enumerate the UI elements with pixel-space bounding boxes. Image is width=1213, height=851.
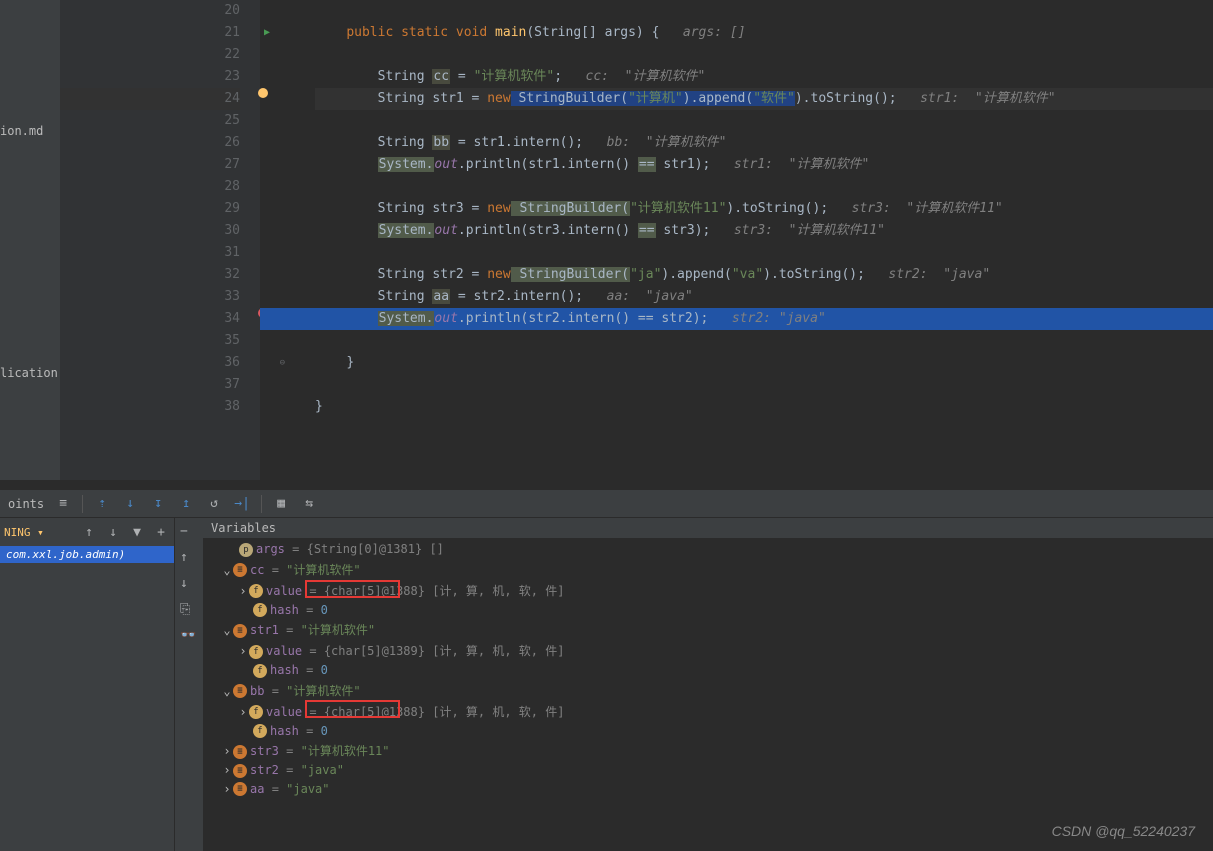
equals-badge-icon: ≡: [233, 745, 247, 759]
param-badge-icon: p: [239, 543, 253, 557]
collapse-icon[interactable]: ›: [221, 744, 233, 758]
debug-toolbar: oints ≡ ⇡ ↓ ↧ ↥ ↺ →| ▦ ⇆: [0, 490, 1213, 518]
step-into-icon[interactable]: ↧: [149, 495, 167, 513]
field-badge-icon: f: [253, 724, 267, 738]
line-number: 38: [60, 396, 240, 418]
debug-frames: NING ▾ ↑ ↓ ▼ + com.xxl.job.admin): [0, 518, 175, 851]
line-number: 33: [60, 286, 240, 308]
step-over-icon[interactable]: ↓: [121, 495, 139, 513]
expand-icon[interactable]: ⌄: [221, 563, 233, 577]
line-number: 30: [60, 220, 240, 242]
next-frame-icon[interactable]: ↓: [104, 523, 122, 541]
sidebar-item-md[interactable]: ion.md: [0, 120, 60, 142]
line-number: 22: [60, 44, 240, 66]
line-number: [60, 418, 240, 440]
collapse-icon[interactable]: ›: [237, 705, 249, 719]
variables-panel[interactable]: Variables pargs = {String[0]@1381} [] ⌄≡…: [203, 518, 1213, 851]
watch-icon[interactable]: 👓: [180, 628, 198, 646]
collapse-icon[interactable]: ›: [237, 584, 249, 598]
collapse-icon[interactable]: ›: [237, 644, 249, 658]
line-number: 36⊖: [60, 352, 240, 374]
equals-badge-icon: ≡: [233, 782, 247, 796]
line-number: 21▶: [60, 22, 240, 44]
evaluate-icon[interactable]: ▦: [272, 495, 290, 513]
line-number: 34: [60, 308, 240, 330]
code-editor[interactable]: 20 21▶ 22 23 24 25 26 27 28 29 30 31 32 …: [60, 0, 1213, 480]
add-icon[interactable]: +: [152, 523, 170, 541]
trace-icon[interactable]: ⇆: [300, 495, 318, 513]
run-to-cursor-icon[interactable]: →|: [233, 495, 251, 513]
running-thread[interactable]: com.xxl.job.admin): [0, 546, 174, 563]
sidebar-item-app[interactable]: lication: [0, 362, 60, 384]
field-badge-icon: f: [253, 603, 267, 617]
project-sidebar[interactable]: ion.md lication: [0, 0, 60, 480]
line-number: 29: [60, 198, 240, 220]
running-status[interactable]: NING ▾: [4, 526, 44, 539]
line-number: 20: [60, 0, 240, 22]
breakpoints-list-icon[interactable]: ≡: [54, 495, 72, 513]
line-number: 24: [60, 88, 240, 110]
drop-frame-icon[interactable]: ↺: [205, 495, 223, 513]
line-number: 37: [60, 374, 240, 396]
code-body[interactable]: public static void main(String[] args) {…: [260, 0, 1213, 480]
down-icon[interactable]: ↓: [180, 576, 198, 594]
tab-breakpoints[interactable]: oints: [8, 497, 44, 511]
collapse-icon[interactable]: ›: [221, 782, 233, 796]
show-execution-icon[interactable]: ⇡: [93, 495, 111, 513]
equals-badge-icon: ≡: [233, 624, 247, 638]
equals-badge-icon: ≡: [233, 563, 247, 577]
equals-badge-icon: ≡: [233, 684, 247, 698]
line-number: 35: [60, 330, 240, 352]
expand-icon[interactable]: ⌄: [221, 623, 233, 637]
debug-side-toolbar: − ↑ ↓ ⎘ 👓: [175, 518, 203, 851]
field-badge-icon: f: [253, 664, 267, 678]
debug-panel: oints ≡ ⇡ ↓ ↧ ↥ ↺ →| ▦ ⇆ NING ▾ ↑ ↓ ▼ + …: [0, 490, 1213, 851]
variables-header: Variables: [203, 518, 1213, 538]
field-badge-icon: f: [249, 584, 263, 598]
line-number: 28: [60, 176, 240, 198]
field-badge-icon: f: [249, 645, 263, 659]
collapse-icon[interactable]: ›: [221, 763, 233, 777]
line-number: 27: [60, 154, 240, 176]
equals-badge-icon: ≡: [233, 764, 247, 778]
line-number: 26: [60, 132, 240, 154]
watermark: CSDN @qq_52240237: [1052, 823, 1195, 839]
line-number: 25: [60, 110, 240, 132]
line-number: 32: [60, 264, 240, 286]
line-number: 23: [60, 66, 240, 88]
copy-icon[interactable]: ⎘: [180, 602, 198, 620]
step-out-icon[interactable]: ↥: [177, 495, 195, 513]
gutter: 20 21▶ 22 23 24 25 26 27 28 29 30 31 32 …: [60, 0, 260, 480]
up-icon[interactable]: ↑: [180, 550, 198, 568]
prev-frame-icon[interactable]: ↑: [80, 523, 98, 541]
field-badge-icon: f: [249, 705, 263, 719]
line-number: 31: [60, 242, 240, 264]
filter-icon[interactable]: ▼: [128, 523, 146, 541]
minus-icon[interactable]: −: [180, 524, 198, 542]
expand-icon[interactable]: ⌄: [221, 684, 233, 698]
